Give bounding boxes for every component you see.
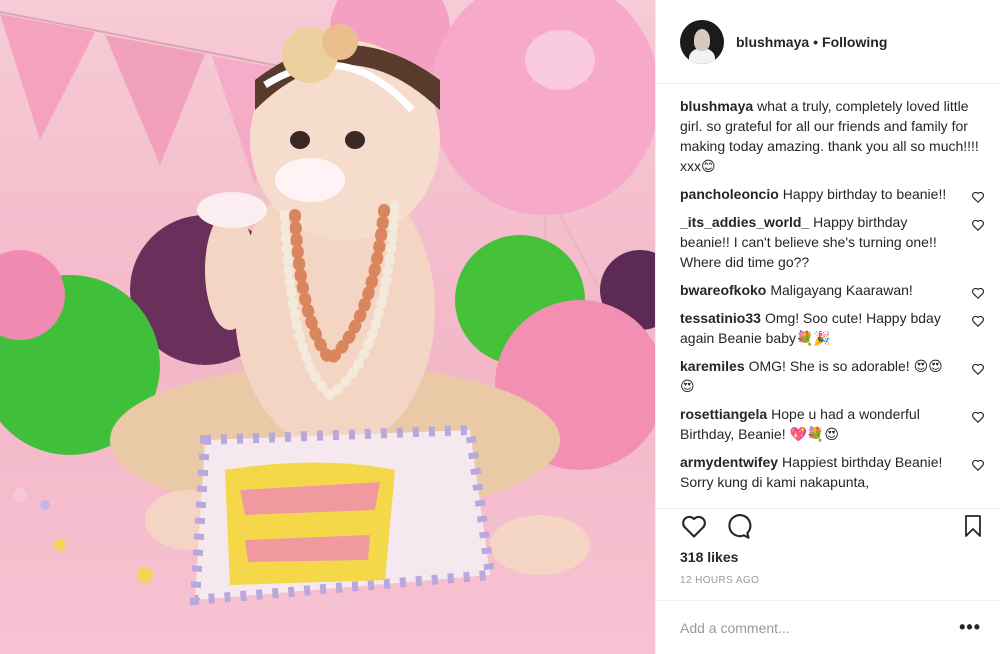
comments-list[interactable]: blushmaya what a truly, completely loved … bbox=[656, 84, 1000, 508]
comment-item: armydentwifey Happiest birthday Beanie! S… bbox=[680, 452, 985, 492]
bookmark-icon[interactable] bbox=[961, 512, 985, 540]
following-button[interactable]: Following bbox=[822, 34, 887, 50]
comment-text: Maligayang Kaarawan! bbox=[770, 282, 913, 298]
heart-icon[interactable] bbox=[971, 314, 985, 328]
heart-icon[interactable] bbox=[971, 218, 985, 232]
add-comment-input[interactable]: Add a comment... bbox=[680, 620, 959, 636]
comment-item: karemiles OMG! She is so adorable! 😍😍😍 bbox=[680, 356, 985, 396]
heart-icon[interactable] bbox=[971, 362, 985, 376]
header-separator: • bbox=[813, 33, 819, 50]
post-timestamp[interactable]: 12 HOURS AGO bbox=[680, 575, 985, 586]
avatar[interactable] bbox=[680, 19, 724, 64]
heart-icon[interactable] bbox=[971, 190, 985, 204]
comment-item: bwareofkoko Maligayang Kaarawan! bbox=[680, 280, 985, 300]
heart-icon[interactable] bbox=[971, 410, 985, 424]
caption: blushmaya what a truly, completely loved … bbox=[680, 96, 985, 176]
comment-item: rosettiangela Hope u had a wonderful Birt… bbox=[680, 404, 985, 444]
likes-count[interactable]: 318 likes bbox=[680, 549, 985, 565]
comment-username[interactable]: bwareofkoko bbox=[680, 282, 766, 298]
instagram-post: blushmaya • Following blushmaya what a tr… bbox=[0, 0, 1000, 654]
comment-username[interactable]: pancholeoncio bbox=[680, 186, 779, 202]
heart-icon[interactable] bbox=[971, 458, 985, 472]
photo-illustration bbox=[0, 0, 655, 606]
heart-icon[interactable] bbox=[680, 512, 708, 540]
comment-item: _its_addies_world_ Happy birthday beanie!… bbox=[680, 212, 985, 272]
comment-username[interactable]: tessatinio33 bbox=[680, 310, 761, 326]
action-bar bbox=[680, 511, 985, 541]
author-username[interactable]: blushmaya bbox=[736, 34, 809, 50]
comment-item: tessatinio33 Omg! Soo cute! Happy bday ag… bbox=[680, 308, 985, 348]
comment-username[interactable]: armydentwifey bbox=[680, 454, 778, 470]
comment-text: Happy birthday to beanie!! bbox=[782, 186, 947, 202]
comment-username[interactable]: rosettiangela bbox=[680, 406, 767, 422]
heart-icon[interactable] bbox=[971, 286, 985, 300]
comment-username[interactable]: _its_addies_world_ bbox=[680, 214, 809, 230]
post-side-panel: blushmaya • Following blushmaya what a tr… bbox=[655, 0, 1000, 654]
comment-username[interactable]: karemiles bbox=[680, 358, 745, 374]
comment-username[interactable]: blushmaya bbox=[680, 98, 753, 114]
post-actions: 318 likes 12 HOURS AGO bbox=[656, 508, 1000, 600]
comment-icon[interactable] bbox=[724, 512, 752, 540]
more-options-icon[interactable]: ••• bbox=[959, 617, 981, 638]
post-header: blushmaya • Following bbox=[656, 0, 1000, 84]
comment-item: pancholeoncio Happy birthday to beanie!! bbox=[680, 184, 985, 204]
add-comment-bar: Add a comment... ••• bbox=[656, 600, 1000, 654]
post-photo[interactable] bbox=[0, 0, 655, 654]
